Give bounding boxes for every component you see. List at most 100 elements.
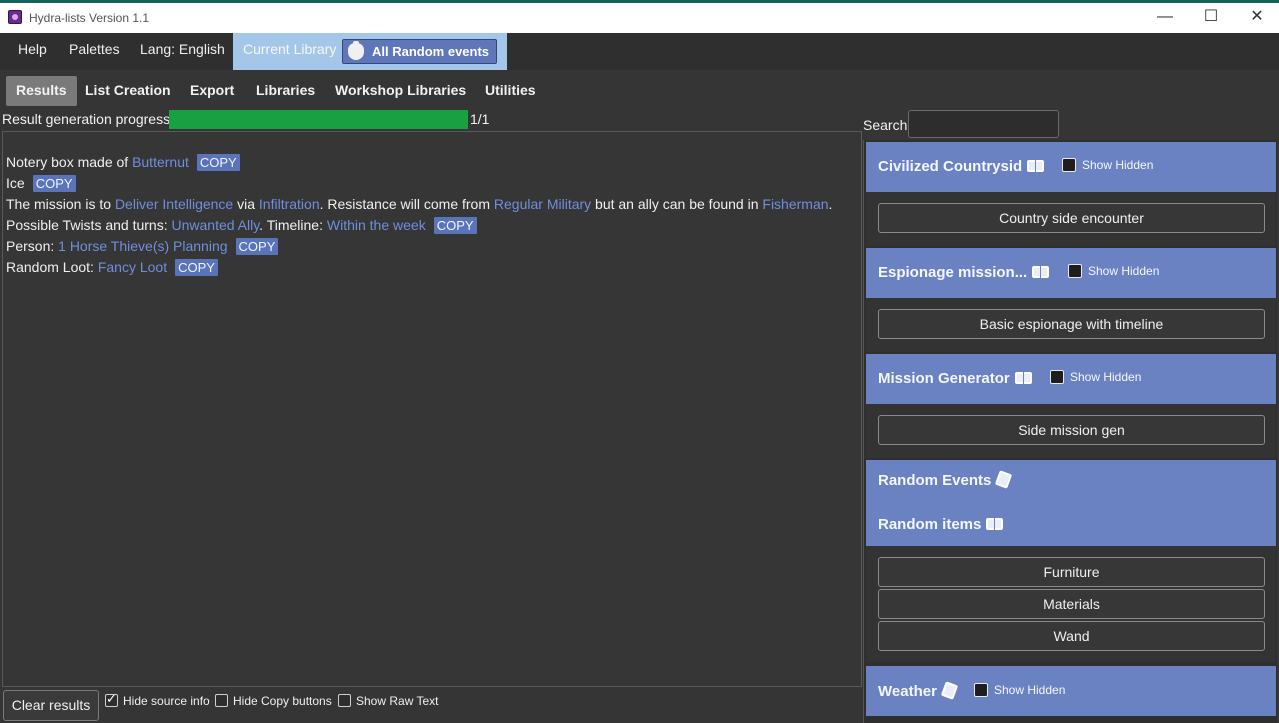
bag-icon	[348, 43, 364, 60]
copy-button[interactable]: COPY	[175, 259, 218, 276]
menu-bar: Help Palettes Lang: English	[0, 33, 1279, 70]
close-button[interactable]: ✕	[1234, 3, 1279, 33]
library-title-text: Weather	[878, 683, 937, 700]
library-panel[interactable]: Civilized Countrysid Show Hidden Country…	[863, 140, 1277, 723]
result-text: Ice	[6, 175, 25, 191]
results-area[interactable]: Notery box made of Butternut COPY Ice COPY…	[2, 131, 862, 687]
result-link[interactable]: Infiltration	[259, 196, 320, 212]
copy-button[interactable]: COPY	[434, 217, 477, 234]
tab-workshop-libraries[interactable]: Workshop Libraries	[325, 76, 476, 106]
bottom-bar: Clear results Hide source info Hide Copy…	[0, 688, 862, 723]
show-hidden-checkbox[interactable]: Show Hidden	[974, 683, 1065, 697]
clear-results-button[interactable]: Clear results	[3, 690, 99, 721]
search-input[interactable]	[908, 110, 1059, 138]
library-header-random[interactable]: Random Events Random items	[866, 460, 1276, 546]
copy-button[interactable]: COPY	[197, 154, 240, 171]
checkbox-icon[interactable]	[1062, 158, 1076, 172]
menu-palettes[interactable]: Palettes	[69, 41, 120, 57]
checkbox-label: Show Hidden	[1088, 264, 1159, 278]
copy-button[interactable]: COPY	[236, 238, 279, 255]
note-icon[interactable]	[995, 470, 1012, 489]
result-link[interactable]: Within the week	[327, 217, 426, 233]
show-hidden-checkbox[interactable]: Show Hidden	[1068, 264, 1159, 278]
note-icon[interactable]	[941, 681, 958, 700]
tab-utilities[interactable]: Utilities	[475, 76, 546, 106]
list-button[interactable]: Furniture	[878, 557, 1265, 587]
library-header-civilized[interactable]: Civilized Countrysid Show Hidden	[866, 142, 1276, 192]
checkbox-icon[interactable]	[974, 683, 988, 697]
show-raw-checkbox[interactable]: Show Raw Text	[338, 694, 438, 708]
library-header-espionage[interactable]: Espionage mission... Show Hidden	[866, 248, 1276, 298]
checkbox-icon[interactable]	[1050, 370, 1064, 384]
library-title-text: Espionage mission...	[878, 264, 1027, 281]
library-lists-mission: Side mission gen	[866, 404, 1276, 458]
result-link[interactable]: Fancy Loot	[98, 259, 167, 275]
list-button[interactable]: Country side encounter	[878, 203, 1265, 233]
checkbox-label: Show Hidden	[994, 683, 1065, 697]
library-title-text: Random Events	[878, 472, 991, 489]
list-button[interactable]: Wand	[878, 621, 1265, 651]
book-icon[interactable]	[1015, 372, 1032, 384]
tab-export[interactable]: Export	[180, 76, 244, 106]
list-button[interactable]: Basic espionage with timeline	[878, 309, 1265, 339]
menu-help[interactable]: Help	[18, 41, 47, 57]
book-icon[interactable]	[1032, 266, 1049, 278]
result-line: Notery box made of Butternut COPY	[6, 152, 858, 173]
result-text: Notery box made of	[6, 154, 132, 170]
current-library-name: All Random events	[372, 44, 489, 59]
library-header-weather[interactable]: Weather Show Hidden	[866, 666, 1276, 716]
library-header-mission[interactable]: Mission Generator Show Hidden	[866, 354, 1276, 404]
hide-copy-checkbox[interactable]: Hide Copy buttons	[215, 694, 332, 708]
library-lists-espionage: Basic espionage with timeline	[866, 298, 1276, 352]
result-text: . Timeline:	[259, 217, 327, 233]
tab-list-creation[interactable]: List Creation	[75, 76, 181, 106]
tab-results[interactable]: Results	[6, 76, 77, 106]
book-icon[interactable]	[986, 518, 1003, 530]
result-link[interactable]: Butternut	[132, 154, 189, 170]
list-button[interactable]: Side mission gen	[878, 415, 1265, 445]
checkbox-label: Hide Copy buttons	[233, 694, 332, 708]
library-title: Weather	[878, 683, 956, 700]
checkbox-icon[interactable]	[338, 694, 351, 707]
result-text: The mission is to	[6, 196, 115, 212]
result-link[interactable]: 1 Horse Thieve(s) Planning	[58, 238, 227, 254]
result-text: Possible Twists and turns:	[6, 217, 171, 233]
maximize-button[interactable]: ☐	[1188, 3, 1234, 33]
library-title: Random Events	[878, 472, 1010, 489]
window-title: Hydra-lists Version 1.1	[29, 11, 149, 25]
result-line: Ice COPY	[6, 173, 858, 194]
result-link[interactable]: Fisherman	[762, 196, 828, 212]
checkbox-label: Show Hidden	[1082, 158, 1153, 172]
minimize-button[interactable]: —	[1142, 3, 1188, 33]
result-line: The mission is to Deliver Intelligence v…	[6, 194, 858, 215]
tab-libraries[interactable]: Libraries	[246, 76, 325, 106]
library-title: Espionage mission...	[878, 264, 1049, 281]
show-hidden-checkbox[interactable]: Show Hidden	[1050, 370, 1141, 384]
library-title: Random items	[878, 516, 1003, 533]
result-link[interactable]: Deliver Intelligence	[115, 196, 233, 212]
library-title-text: Civilized Countrysid	[878, 158, 1022, 175]
checkbox-icon[interactable]	[215, 694, 228, 707]
current-library-button[interactable]: All Random events	[342, 39, 497, 64]
progress-count: 1/1	[470, 111, 489, 127]
result-text: but an ally can be found in	[591, 196, 762, 212]
list-button[interactable]: Materials	[878, 589, 1265, 619]
book-icon[interactable]	[1027, 160, 1044, 172]
checkbox-icon[interactable]	[1068, 264, 1082, 278]
show-hidden-checkbox[interactable]: Show Hidden	[1062, 158, 1153, 172]
progress-label: Result generation progress	[2, 111, 170, 127]
checkbox-label: Show Hidden	[1070, 370, 1141, 384]
checkbox-label: Hide source info	[123, 694, 210, 708]
result-link[interactable]: Regular Military	[494, 196, 591, 212]
result-link[interactable]: Unwanted Ally	[171, 217, 259, 233]
result-text: via	[233, 196, 259, 212]
current-library-section: Current Library All Random events	[233, 33, 507, 70]
checkbox-checked-icon[interactable]	[105, 694, 118, 707]
library-title-text: Random items	[878, 516, 981, 533]
result-line: Possible Twists and turns: Unwanted Ally…	[6, 215, 858, 236]
hide-source-checkbox[interactable]: Hide source info	[105, 694, 210, 708]
menu-lang[interactable]: Lang: English	[140, 41, 225, 57]
library-title-text: Mission Generator	[878, 370, 1010, 387]
copy-button[interactable]: COPY	[33, 175, 76, 192]
library-lists-civilized: Country side encounter	[866, 192, 1276, 246]
